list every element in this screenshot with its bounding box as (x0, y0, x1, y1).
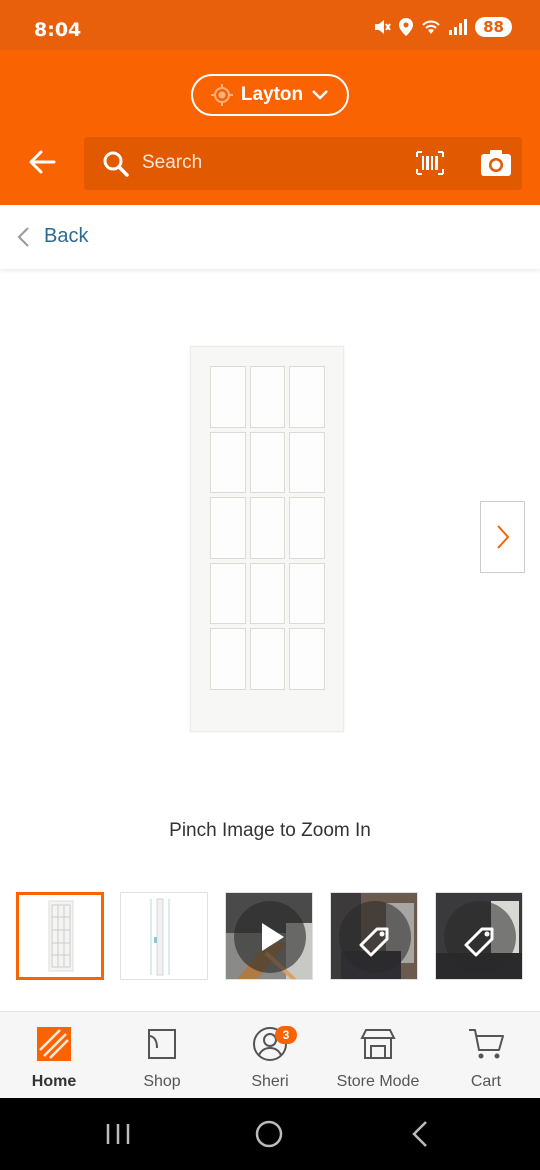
thumbnail-door-dimensions[interactable] (120, 892, 208, 980)
cart-icon (469, 1029, 504, 1059)
notification-badge: 3 (275, 1026, 297, 1044)
image-thumbnails (16, 892, 526, 982)
search-icon (103, 151, 129, 177)
back-arrow-icon[interactable] (26, 146, 58, 178)
store-location-name: Layton (240, 84, 304, 105)
tab-shop-label: Shop (143, 1073, 181, 1090)
tab-home-label: Home (31, 1073, 77, 1090)
store-location-selector[interactable]: Layton (191, 74, 349, 116)
tab-shop[interactable]: Shop (108, 1026, 216, 1091)
thumbnail-door-front[interactable] (16, 892, 104, 980)
back-label: Back (44, 225, 89, 247)
chevron-down-icon (312, 90, 329, 100)
store-icon (360, 1029, 396, 1059)
next-image-button[interactable] (480, 501, 525, 573)
zoom-hint: Pinch Image to Zoom In (169, 820, 371, 841)
status-bar: 8:04 88 (0, 0, 540, 50)
search-bar[interactable]: Search (84, 137, 522, 190)
app-header: Layton Search (0, 50, 540, 205)
tab-store-mode[interactable]: Store Mode (324, 1026, 432, 1091)
tab-account[interactable]: 3 Sheri (216, 1026, 324, 1091)
back-link[interactable]: Back (16, 225, 88, 248)
mute-icon (375, 20, 391, 34)
thumbnail-room-photo-2[interactable] (435, 892, 523, 980)
home-depot-logo-icon (37, 1027, 71, 1061)
signal-icon (449, 19, 468, 35)
recent-apps-icon[interactable] (104, 1122, 132, 1146)
search-placeholder: Search (142, 152, 203, 173)
tab-cart-label: Cart (470, 1073, 502, 1090)
chevron-right-icon (496, 525, 509, 549)
tab-account-label: Sheri (251, 1073, 289, 1090)
location-pin-icon (399, 18, 414, 36)
status-icons: 88 (373, 16, 512, 38)
tab-cart[interactable]: Cart (432, 1026, 540, 1091)
door-glass-panes (210, 366, 325, 690)
barcode-scanner-icon[interactable] (416, 151, 444, 175)
system-navigation-bar (0, 1098, 540, 1170)
bottom-tab-bar: Home Shop 3 Sheri Store Mode Cart (0, 1011, 540, 1098)
tab-home[interactable]: Home (0, 1026, 108, 1091)
tab-store-mode-label: Store Mode (336, 1073, 420, 1090)
chevron-left-icon (17, 226, 29, 247)
system-back-icon[interactable] (410, 1120, 430, 1148)
thumbnail-video[interactable] (225, 892, 313, 980)
home-circle-icon[interactable] (255, 1120, 283, 1148)
battery-indicator: 88 (475, 17, 512, 37)
paint-bucket-icon (148, 1029, 176, 1059)
thumbnail-room-photo-1[interactable] (330, 892, 418, 980)
camera-icon[interactable] (480, 149, 512, 177)
target-icon (210, 84, 233, 106)
wifi-icon (422, 20, 440, 34)
back-navigation-bar: Back (0, 207, 540, 269)
product-image[interactable] (190, 346, 344, 732)
status-time: 8:04 (34, 19, 82, 41)
